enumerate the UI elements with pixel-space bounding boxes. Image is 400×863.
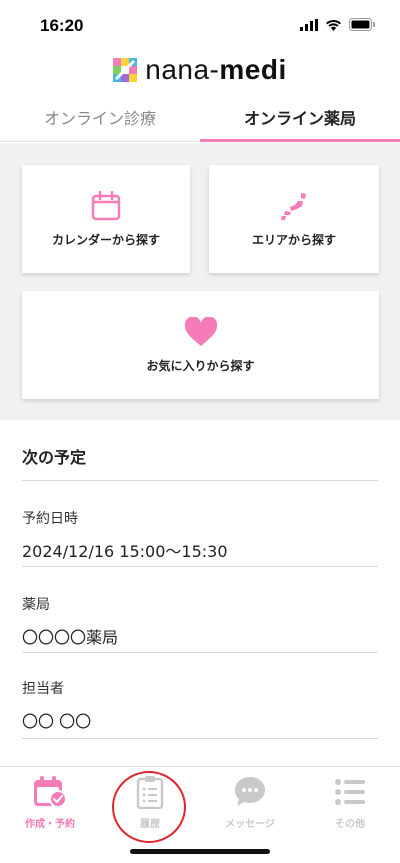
tab-online-clinic[interactable]: オンライン診療 (0, 92, 200, 141)
nav-label: その他 (335, 819, 365, 830)
japan-map-icon (281, 192, 306, 220)
nav-create-reserve[interactable]: 作成・予約 (0, 775, 100, 845)
next-appointment: 次の予定 予約日時 2024/12/16 15:00〜15:30 薬局 〇〇〇〇… (0, 420, 400, 765)
search-by-area-button[interactable]: エリアから探す (209, 165, 379, 273)
tab-label: オンライン診療 (43, 108, 156, 128)
nav-other[interactable]: その他 (300, 775, 400, 845)
staff-label: 担当者 (22, 681, 64, 697)
search-by-calendar-button[interactable]: カレンダーから探す (22, 165, 190, 273)
nav-label: メッセージ (225, 819, 275, 830)
home-indicator (130, 849, 270, 854)
calendar-icon (91, 190, 121, 220)
divider (22, 738, 378, 739)
brand-name: nana-medi (145, 54, 287, 85)
pharmacy-label: 薬局 (22, 597, 50, 613)
logo-mark-icon (113, 58, 138, 82)
divider (22, 480, 378, 481)
datetime-label: 予約日時 (22, 511, 78, 527)
chat-bubble-icon (235, 777, 265, 806)
tab-online-pharmacy[interactable]: オンライン薬局 (200, 92, 400, 142)
nav-label: 作成・予約 (25, 819, 75, 830)
divider (22, 566, 378, 567)
staff-value: 〇〇 〇〇 (22, 712, 92, 731)
list-icon (335, 779, 365, 805)
search-by-favorites-button[interactable]: お気に入りから探す (22, 291, 379, 399)
divider (22, 652, 378, 653)
pharmacy-value: 〇〇〇〇薬局 (22, 628, 119, 647)
status-time: 16:20 (40, 16, 84, 35)
search-options: カレンダーから探す エリアから探す お気に入りから探す (0, 143, 400, 420)
highlight-circle (112, 771, 186, 843)
battery-icon (349, 18, 375, 31)
tab-label: オンライン薬局 (243, 108, 356, 128)
calendar-check-icon (34, 776, 67, 808)
datetime-value: 2024/12/16 15:00〜15:30 (22, 542, 228, 561)
heart-icon (184, 316, 217, 346)
app-logo: nana-medi (0, 48, 400, 92)
signal-icon (300, 18, 318, 31)
card-label: エリアから探す (251, 232, 336, 247)
section-title: 次の予定 (22, 448, 87, 467)
service-tabs: オンライン診療 オンライン薬局 (0, 92, 400, 142)
nav-messages[interactable]: メッセージ (200, 775, 300, 845)
card-label: お気に入りから探す (146, 358, 255, 373)
wifi-icon (326, 19, 341, 31)
card-label: カレンダーから探す (51, 232, 160, 247)
status-icons (300, 18, 376, 31)
status-bar: 16:20 (0, 0, 400, 48)
